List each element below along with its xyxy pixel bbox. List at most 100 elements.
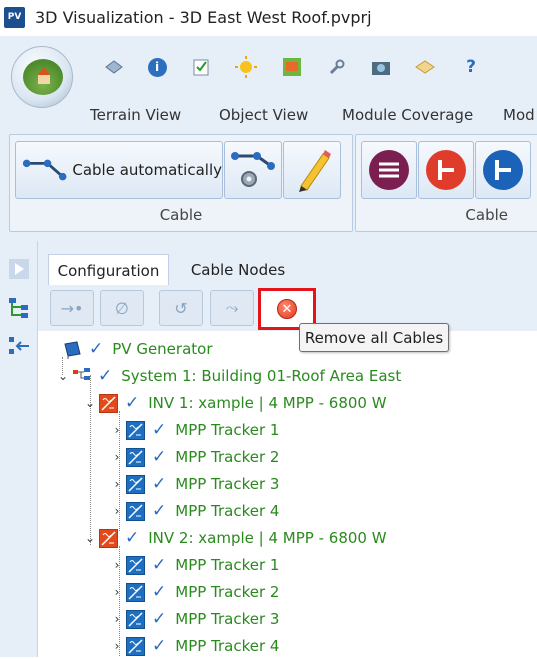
mpp-tracker-icon: [126, 420, 145, 440]
cable-network-icon: [22, 159, 67, 181]
collapse-tree-button[interactable]: [6, 334, 32, 358]
cable-group-label: Cable: [159, 206, 203, 224]
remove-all-cables-tooltip: Remove all Cables: [299, 323, 449, 352]
tree-item-inv-1[interactable]: ⌄ ✓ INV 1: xample | 4 MPP - 6800 W: [83, 390, 387, 416]
tab-configuration[interactable]: Configuration: [48, 254, 169, 286]
chevron-down-icon[interactable]: ⌄: [83, 396, 97, 410]
tree-item-inv2-mpp-1[interactable]: › ✓ MPP Tracker 1: [110, 552, 280, 578]
connect-node-button[interactable]: →•: [50, 290, 94, 326]
cable-settings-button[interactable]: [224, 141, 282, 199]
cable-automatically-button[interactable]: Cable automatically: [15, 141, 223, 199]
tree-item-inv1-mpp-2[interactable]: › ✓ MPP Tracker 2: [110, 444, 280, 470]
cable-connector-button[interactable]: [475, 141, 531, 199]
checkmark-icon[interactable]: ✓: [152, 474, 166, 494]
tab-cable-nodes[interactable]: Cable Nodes: [179, 254, 297, 286]
cable-toolbar: →• ∅ ↺ ⤳ ✕: [38, 285, 537, 331]
pv-tree: ✓ PV Generator ⌄ ✓ System 1: Building 01-Roo…: [38, 331, 537, 657]
tree-item-inv2-mpp-4[interactable]: › ✓ MPP Tracker 4: [110, 633, 280, 659]
tree-item-label: MPP Tracker 4: [175, 637, 280, 655]
app-menu-button[interactable]: [11, 46, 73, 108]
window-title: 3D Visualization - 3D East West Roof.pvp…: [35, 8, 372, 27]
mpp-tracker-icon: [126, 474, 145, 494]
junction-blue-icon: [483, 150, 523, 190]
tree-item-label: MPP Tracker 2: [175, 583, 280, 601]
checkmark-icon[interactable]: ✓: [152, 555, 166, 575]
tree-item-label: MPP Tracker 4: [175, 502, 280, 520]
checkmark-icon[interactable]: ✓: [152, 447, 166, 467]
chevron-right-icon[interactable]: ›: [110, 423, 124, 437]
checkmark-icon[interactable]: ✓: [125, 528, 139, 548]
globe-icon: [23, 59, 63, 95]
cable-path-button[interactable]: ⤳: [210, 290, 254, 326]
checkmark-icon[interactable]: ✓: [152, 636, 166, 656]
app-logo-icon[interactable]: PV: [4, 7, 25, 28]
tree-view-button[interactable]: [6, 296, 32, 320]
junction-red-icon: [426, 150, 466, 190]
checkmark-icon[interactable]: ✓: [89, 339, 103, 359]
mpp-tracker-icon: [126, 447, 145, 467]
chevron-right-icon[interactable]: ›: [110, 585, 124, 599]
mpp-tracker-icon: [126, 636, 145, 656]
cable-style-button[interactable]: [361, 141, 417, 199]
info-icon[interactable]: i: [146, 56, 168, 78]
chevron-right-icon[interactable]: ›: [110, 639, 124, 653]
chevron-right-icon[interactable]: ›: [110, 477, 124, 491]
tree-structure-icon: [9, 298, 28, 318]
house-icon: [38, 75, 50, 84]
pv-generator-icon: [63, 340, 82, 359]
cable-group-2-label: Cable: [465, 206, 508, 224]
chevron-right-icon[interactable]: ›: [110, 558, 124, 572]
checkmark-icon[interactable]: ✓: [152, 609, 166, 629]
chevron-down-icon[interactable]: ⌄: [56, 369, 70, 383]
checkmark-icon[interactable]: ✓: [152, 420, 166, 440]
tab-mod[interactable]: Mod: [503, 106, 535, 124]
tree-item-label: MPP Tracker 3: [175, 475, 280, 493]
tree-arrow-icon: [9, 337, 29, 354]
chevron-right-icon[interactable]: ›: [110, 612, 124, 626]
help-icon[interactable]: ?: [460, 56, 482, 78]
sun-icon[interactable]: [235, 56, 257, 78]
cable-automatically-label: Cable automatically: [72, 161, 222, 179]
checkmark-icon[interactable]: ✓: [152, 501, 166, 521]
chevron-right-icon[interactable]: ›: [110, 450, 124, 464]
cable-group-2: Cable: [355, 134, 537, 232]
checklist-icon[interactable]: [190, 56, 212, 78]
tree-item-system-1[interactable]: ⌄ ✓ System 1: Building 01-Roof Area East: [56, 363, 401, 389]
tab-module-coverage[interactable]: Module Coverage: [342, 106, 473, 124]
eye-icon[interactable]: [103, 56, 125, 78]
checkmark-icon[interactable]: ✓: [98, 366, 112, 386]
tree-item-inv2-mpp-2[interactable]: › ✓ MPP Tracker 2: [110, 579, 280, 605]
chevron-right-icon[interactable]: ›: [110, 504, 124, 518]
map-icon[interactable]: [281, 56, 303, 78]
diamond-icon[interactable]: [414, 56, 436, 78]
tree-item-inv1-mpp-1[interactable]: › ✓ MPP Tracker 1: [110, 417, 280, 443]
tree-item-inv2-mpp-3[interactable]: › ✓ MPP Tracker 3: [110, 606, 280, 632]
tree-item-label: MPP Tracker 3: [175, 610, 280, 628]
reroute-button[interactable]: ↺: [159, 290, 203, 326]
title-bar: PV 3D Visualization - 3D East West Roof.…: [0, 0, 537, 36]
mpp-tracker-icon: [126, 582, 145, 602]
left-sidebar: [0, 241, 38, 657]
mpp-tracker-icon: [126, 609, 145, 629]
draw-cable-button[interactable]: [283, 141, 341, 199]
tree-item-inv-2[interactable]: ⌄ ✓ INV 2: xample | 4 MPP - 6800 W: [83, 525, 387, 551]
chevron-down-icon[interactable]: ⌄: [83, 531, 97, 545]
clear-button[interactable]: ∅: [100, 290, 144, 326]
system-icon: [72, 367, 91, 386]
tree-item-pv-generator[interactable]: ✓ PV Generator: [47, 336, 213, 362]
tree-item-label: MPP Tracker 1: [175, 421, 280, 439]
tree-item-inv1-mpp-4[interactable]: › ✓ MPP Tracker 4: [110, 498, 280, 524]
wrench-icon[interactable]: [326, 56, 348, 78]
remove-icon: ✕: [277, 299, 297, 319]
cable-junction-button[interactable]: [418, 141, 474, 199]
tab-terrain-view[interactable]: Terrain View: [90, 106, 181, 124]
pencil-icon: [299, 150, 331, 192]
tree-item-inv1-mpp-3[interactable]: › ✓ MPP Tracker 3: [110, 471, 280, 497]
expand-panel-button[interactable]: [6, 257, 32, 281]
tree-item-label: System 1: Building 01-Roof Area East: [121, 367, 402, 385]
camera-icon[interactable]: [370, 56, 392, 78]
checkmark-icon[interactable]: ✓: [125, 393, 139, 413]
cable-group: Cable automatically Cable: [9, 134, 353, 232]
tab-object-view[interactable]: Object View: [219, 106, 308, 124]
checkmark-icon[interactable]: ✓: [152, 582, 166, 602]
